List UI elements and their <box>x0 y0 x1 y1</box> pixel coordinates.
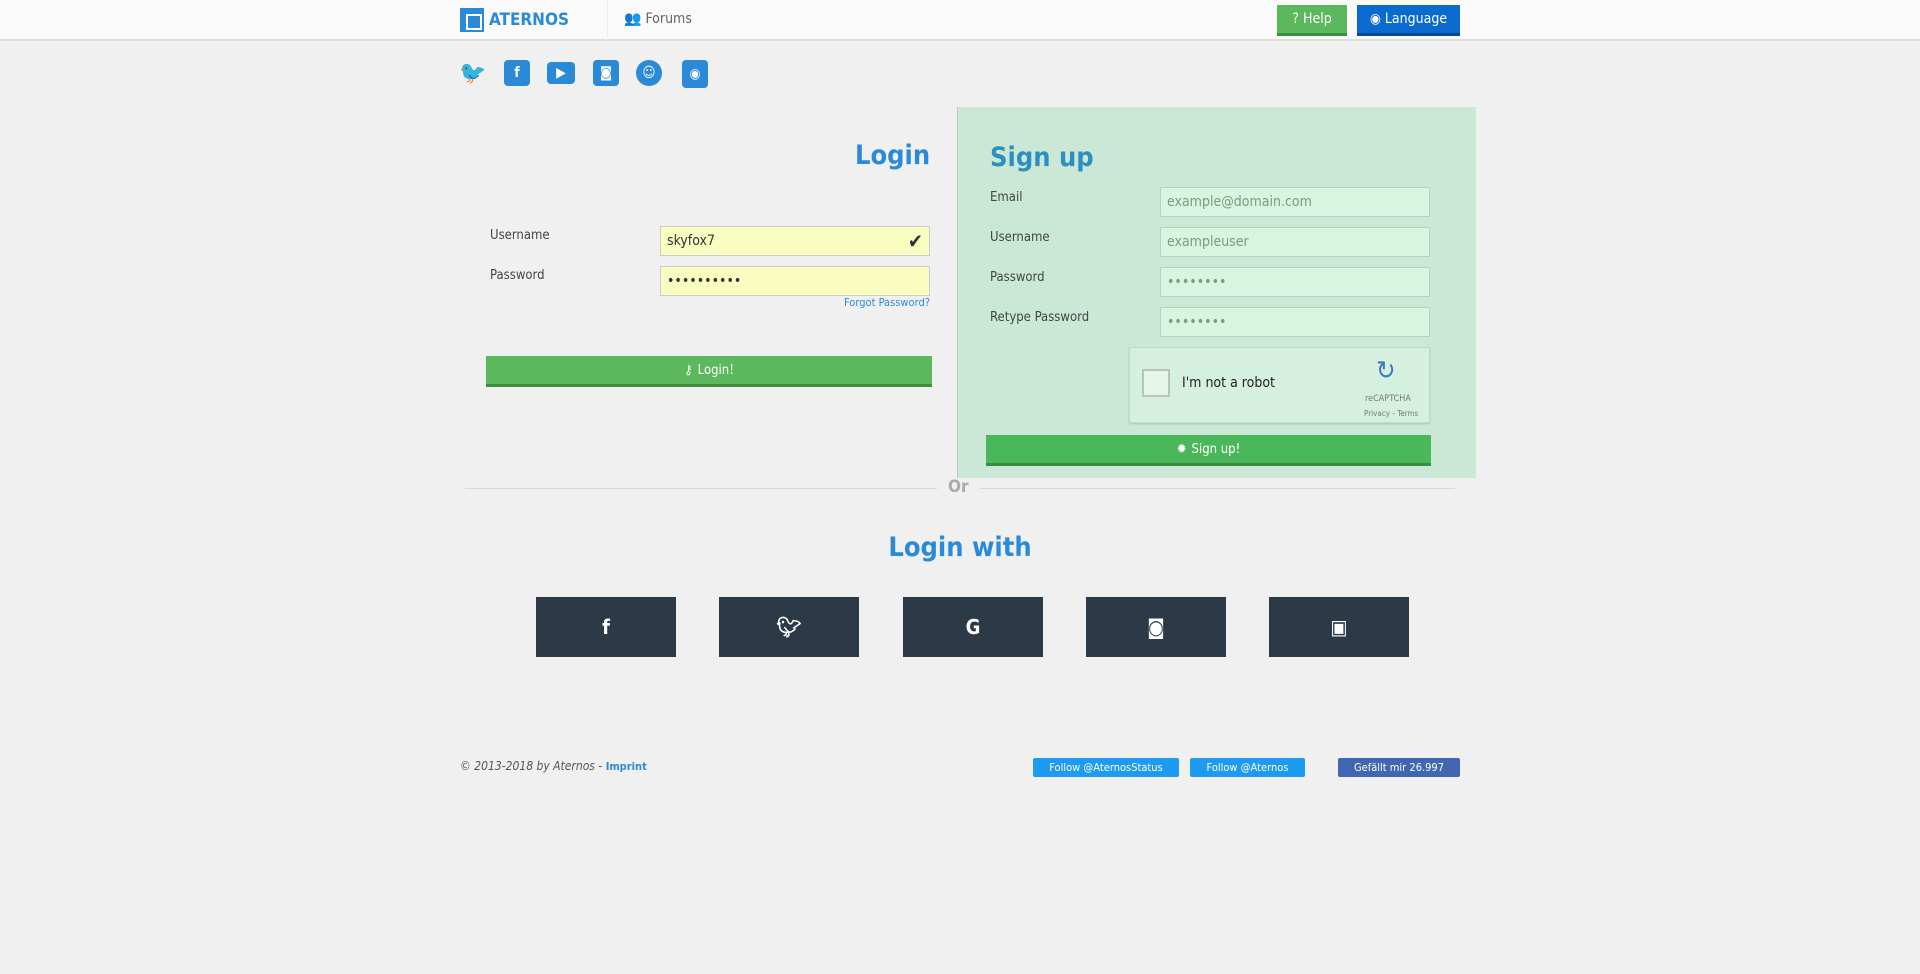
login-with-title: Login with <box>888 532 1032 563</box>
brand-name: ATERNOS <box>489 10 569 30</box>
like-label: Gefällt mir 26.997 <box>1353 761 1445 774</box>
signup-button-label: Sign up! <box>1191 441 1241 457</box>
signup-username-input[interactable]: exampleuser <box>1160 227 1430 257</box>
facebook-icon[interactable]: f <box>504 60 530 86</box>
logo-icon <box>460 8 484 32</box>
gear-icon: ✹ <box>1176 441 1187 457</box>
email-label: Email <box>990 190 1023 205</box>
facebook-like-button[interactable]: Gefällt mir 26.997 <box>1338 758 1460 777</box>
twitter-icon[interactable]: 🐦 <box>459 60 486 86</box>
recaptcha-links[interactable]: Privacy - Terms <box>1364 409 1418 418</box>
username-value: skyfox7 <box>667 233 715 249</box>
recaptcha-brand: reCAPTCHA <box>1365 394 1411 404</box>
reddit-icon[interactable]: ☺ <box>636 60 662 86</box>
recaptcha-label: I'm not a robot <box>1182 375 1275 391</box>
footer-copyright: © 2013-2018 by Aternos - Imprint <box>460 759 647 773</box>
signup-button[interactable]: ✹ Sign up! <box>986 435 1431 466</box>
or-divider: Or <box>948 477 969 497</box>
login-button-label: Login! <box>697 362 734 378</box>
language-label: Language <box>1384 11 1448 27</box>
forgot-password-link[interactable]: Forgot Password? <box>820 296 930 309</box>
instagram-icon: ◙ <box>1147 615 1165 639</box>
divider-line-right <box>980 488 1455 489</box>
email-input[interactable]: example@domain.com <box>1160 187 1430 217</box>
key-icon: ⚷ <box>684 362 693 378</box>
password-label: Password <box>490 268 545 283</box>
check-icon: ✔ <box>907 229 923 253</box>
help-label: Help <box>1302 11 1332 27</box>
copyright-text: © 2013-2018 by Aternos - <box>460 759 606 773</box>
facebook-icon: f <box>602 615 610 639</box>
twitch-icon: ▣ <box>1330 615 1348 639</box>
instagram-icon[interactable]: ◙ <box>593 60 619 86</box>
top-navbar <box>0 0 1920 41</box>
youtube-icon[interactable]: ▶ <box>547 62 575 84</box>
users-icon: 👥 <box>624 11 642 27</box>
signup-title: Sign up <box>990 142 1094 173</box>
nav-divider <box>607 0 608 40</box>
twitch-login-button[interactable]: ▣ <box>1269 597 1409 657</box>
follow-status-label: Follow @AternosStatus <box>1049 761 1163 774</box>
login-title: Login <box>855 140 931 171</box>
signup-password-label: Password <box>990 270 1045 285</box>
signup-username-label: Username <box>990 230 1050 245</box>
aternos-logo[interactable]: ATERNOS <box>460 8 569 32</box>
login-button[interactable]: ⚷ Login! <box>486 356 932 387</box>
recaptcha-widget: I'm not a robot ↻ reCAPTCHA Privacy - Te… <box>1129 347 1430 423</box>
imprint-link[interactable]: Imprint <box>606 760 647 773</box>
language-button[interactable]: ◉ Language <box>1357 5 1460 36</box>
username-label: Username <box>490 228 550 243</box>
forums-link[interactable]: 👥 Forums <box>624 11 692 27</box>
username-input[interactable]: skyfox7 ✔ <box>660 226 930 256</box>
google-login-button[interactable]: G <box>903 597 1043 657</box>
globe-icon: ◉ <box>1369 11 1381 27</box>
recaptcha-checkbox[interactable] <box>1142 369 1170 397</box>
google-icon: G <box>965 615 981 639</box>
divider-line-left <box>465 488 937 489</box>
retype-password-input[interactable]: •••••••• <box>1160 307 1430 337</box>
retype-password-label: Retype Password <box>990 310 1090 325</box>
discord-icon[interactable]: ◉ <box>682 60 708 88</box>
help-button[interactable]: ? Help <box>1277 5 1347 36</box>
question-icon: ? <box>1292 11 1299 27</box>
follow-aternosstatus-button[interactable]: Follow @AternosStatus <box>1033 758 1179 777</box>
recaptcha-logo-icon: ↻ <box>1376 356 1396 386</box>
signup-password-input[interactable]: •••••••• <box>1160 267 1430 297</box>
instagram-login-button[interactable]: ◙ <box>1086 597 1226 657</box>
facebook-login-button[interactable]: f <box>536 597 676 657</box>
follow-aternos-button[interactable]: Follow @Aternos <box>1190 758 1305 777</box>
twitter-login-button[interactable]: 🐦︎ <box>719 597 859 657</box>
password-input[interactable]: •••••••••• <box>660 266 930 296</box>
follow-aternos-label: Follow @Aternos <box>1206 761 1289 774</box>
forums-label: Forums <box>645 11 692 27</box>
twitter-icon: 🐦︎ <box>776 615 802 639</box>
